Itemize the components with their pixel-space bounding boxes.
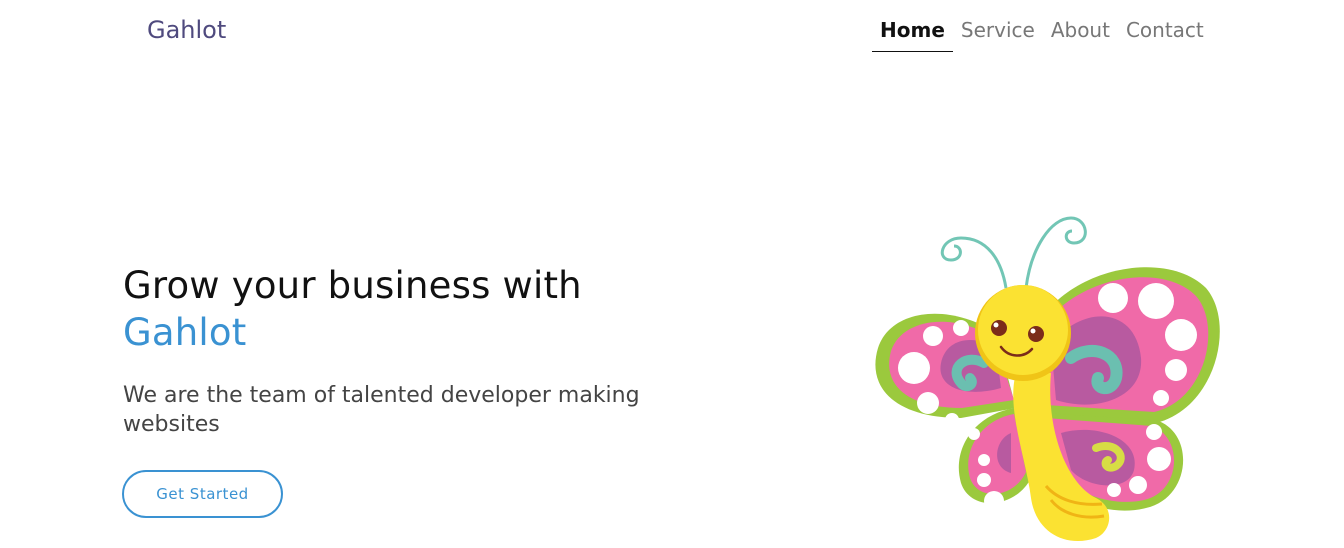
hero-title: Grow your business with Gahlot	[123, 262, 582, 356]
landing-page: Gahlot Home Service About Contact Grow y…	[0, 0, 1344, 548]
brand-logo[interactable]: Gahlot	[147, 14, 226, 46]
nav-link-contact[interactable]: Contact	[1118, 14, 1212, 52]
main-nav: Home Service About Contact	[872, 14, 1212, 54]
hero-title-brand: Gahlot	[123, 311, 247, 354]
nav-link-service[interactable]: Service	[953, 14, 1043, 52]
nav-link-home[interactable]: Home	[872, 14, 953, 52]
butterfly-illustration	[875, 216, 1220, 542]
hero-subtitle: We are the team of talented developer ma…	[123, 383, 640, 437]
nav-link-about[interactable]: About	[1043, 14, 1118, 52]
hero-title-line: Grow your business with	[123, 264, 582, 307]
get-started-button[interactable]: Get Started	[122, 470, 283, 518]
